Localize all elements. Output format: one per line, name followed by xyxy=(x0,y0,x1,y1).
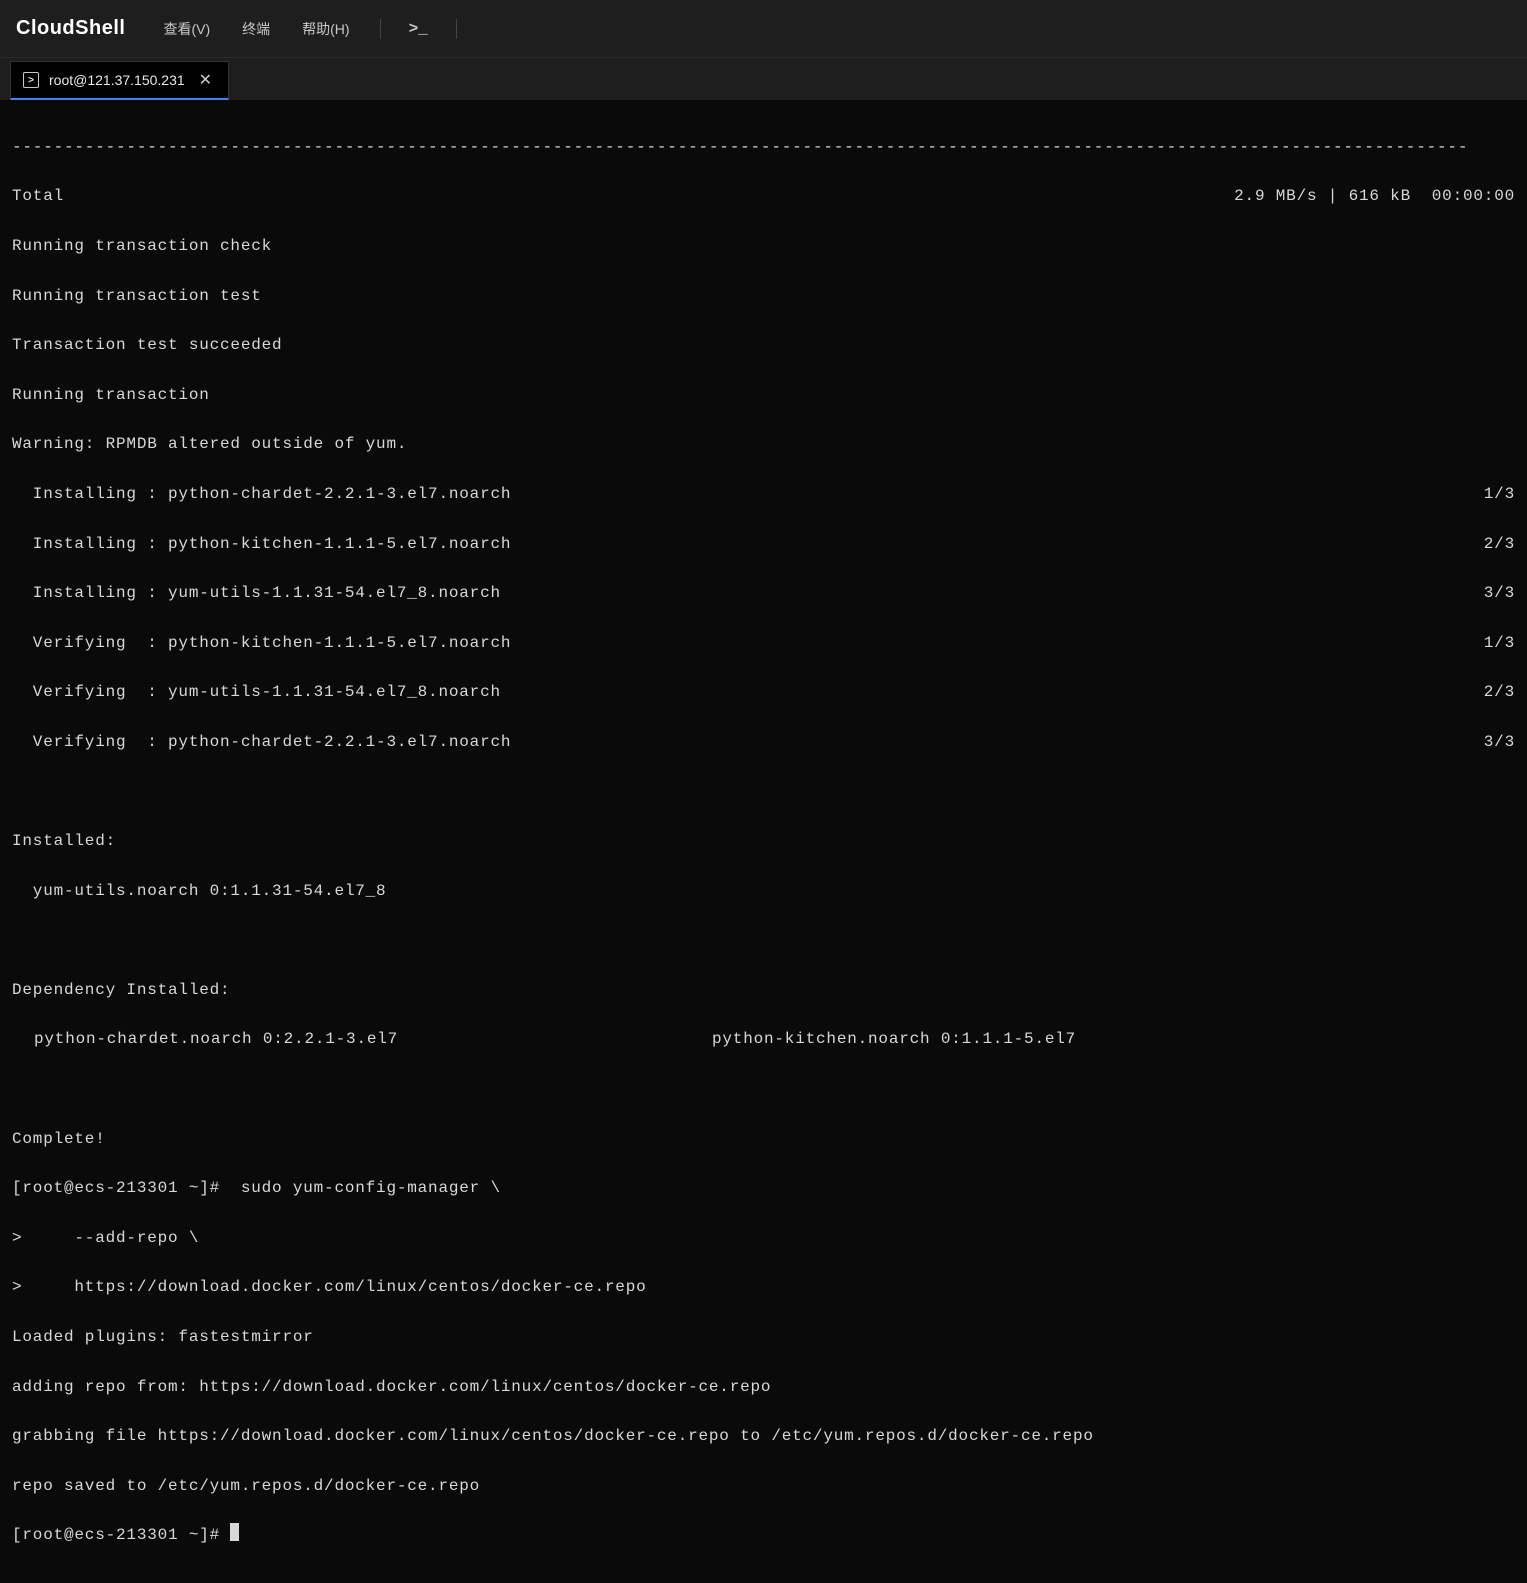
terminal-line: python-chardet.noarch 0:2.2.1-3.el7pytho… xyxy=(12,1027,1515,1052)
terminal-blank-line xyxy=(12,928,1515,953)
terminal-line: adding repo from: https://download.docke… xyxy=(12,1375,1515,1400)
terminal-cursor xyxy=(230,1523,239,1541)
terminal-line: [root@ecs-213301 ~]# sudo yum-config-man… xyxy=(12,1176,1515,1201)
menu-divider-2 xyxy=(456,19,457,39)
terminal-divider-line: ----------------------------------------… xyxy=(12,135,1515,160)
total-stats: 2.9 MB/s | 616 kB 00:00:00 xyxy=(1234,184,1515,209)
terminal-blank-line xyxy=(12,1077,1515,1102)
terminal-tab[interactable]: > root@121.37.150.231 ✕ xyxy=(10,61,229,100)
terminal-line: Dependency Installed: xyxy=(12,978,1515,1003)
menu-divider xyxy=(380,19,381,39)
app-header: CloudShell 查看(V) 终端 帮助(H) >_ xyxy=(0,0,1527,58)
pkg-left: Installing : yum-utils-1.1.31-54.el7_8.n… xyxy=(12,581,501,606)
terminal-line: Warning: RPMDB altered outside of yum. xyxy=(12,432,1515,457)
terminal-line: Loaded plugins: fastestmirror xyxy=(12,1325,1515,1350)
terminal-line: Installing : yum-utils-1.1.31-54.el7_8.n… xyxy=(12,581,1515,606)
terminal-line: grabbing file https://download.docker.co… xyxy=(12,1424,1515,1449)
terminal-line: Verifying : python-kitchen-1.1.1-5.el7.n… xyxy=(12,631,1515,656)
terminal-line: Installed: xyxy=(12,829,1515,854)
pkg-right: 2/3 xyxy=(1484,532,1515,557)
terminal-line: Complete! xyxy=(12,1127,1515,1152)
prompt-icon[interactable]: >_ xyxy=(397,14,440,44)
tab-bar: > root@121.37.150.231 ✕ xyxy=(0,58,1527,100)
terminal-line: Running transaction test xyxy=(12,284,1515,309)
terminal-line: > https://download.docker.com/linux/cent… xyxy=(12,1275,1515,1300)
terminal-icon: > xyxy=(23,72,39,88)
close-icon[interactable]: ✕ xyxy=(195,70,216,90)
pkg-left: Verifying : yum-utils-1.1.31-54.el7_8.no… xyxy=(12,680,501,705)
terminal-line: yum-utils.noarch 0:1.1.31-54.el7_8 xyxy=(12,879,1515,904)
terminal-line: Installing : python-chardet-2.2.1-3.el7.… xyxy=(12,482,1515,507)
pkg-left: Verifying : python-kitchen-1.1.1-5.el7.n… xyxy=(12,631,511,656)
menu-terminal[interactable]: 终端 xyxy=(228,13,284,45)
terminal-line: repo saved to /etc/yum.repos.d/docker-ce… xyxy=(12,1474,1515,1499)
pkg-left: Installing : python-chardet-2.2.1-3.el7.… xyxy=(12,482,511,507)
total-label: Total xyxy=(12,184,64,209)
dep-left: python-chardet.noarch 0:2.2.1-3.el7 xyxy=(12,1027,712,1052)
menu-view[interactable]: 查看(V) xyxy=(149,13,224,45)
pkg-right: 1/3 xyxy=(1484,482,1515,507)
pkg-right: 3/3 xyxy=(1484,581,1515,606)
pkg-left: Verifying : python-chardet-2.2.1-3.el7.n… xyxy=(12,730,511,755)
dep-right: python-kitchen.noarch 0:1.1.1-5.el7 xyxy=(712,1027,1076,1052)
terminal-line: Transaction test succeeded xyxy=(12,333,1515,358)
pkg-right: 2/3 xyxy=(1484,680,1515,705)
terminal-line: Verifying : yum-utils-1.1.31-54.el7_8.no… xyxy=(12,680,1515,705)
terminal-line: Total 2.9 MB/s | 616 kB 00:00:00 xyxy=(12,184,1515,209)
terminal-output[interactable]: ----------------------------------------… xyxy=(0,100,1527,1583)
terminal-line: Verifying : python-chardet-2.2.1-3.el7.n… xyxy=(12,730,1515,755)
menu-help[interactable]: 帮助(H) xyxy=(288,13,363,45)
tab-label: root@121.37.150.231 xyxy=(49,72,185,88)
terminal-line: > --add-repo \ xyxy=(12,1226,1515,1251)
app-logo: CloudShell xyxy=(16,17,125,40)
terminal-prompt-line: [root@ecs-213301 ~]# xyxy=(12,1523,1515,1548)
terminal-prompt: [root@ecs-213301 ~]# xyxy=(12,1526,230,1544)
terminal-line: Installing : python-kitchen-1.1.1-5.el7.… xyxy=(12,532,1515,557)
terminal-blank-line xyxy=(12,780,1515,805)
pkg-left: Installing : python-kitchen-1.1.1-5.el7.… xyxy=(12,532,511,557)
terminal-line: Running transaction xyxy=(12,383,1515,408)
pkg-right: 1/3 xyxy=(1484,631,1515,656)
terminal-line: Running transaction check xyxy=(12,234,1515,259)
pkg-right: 3/3 xyxy=(1484,730,1515,755)
